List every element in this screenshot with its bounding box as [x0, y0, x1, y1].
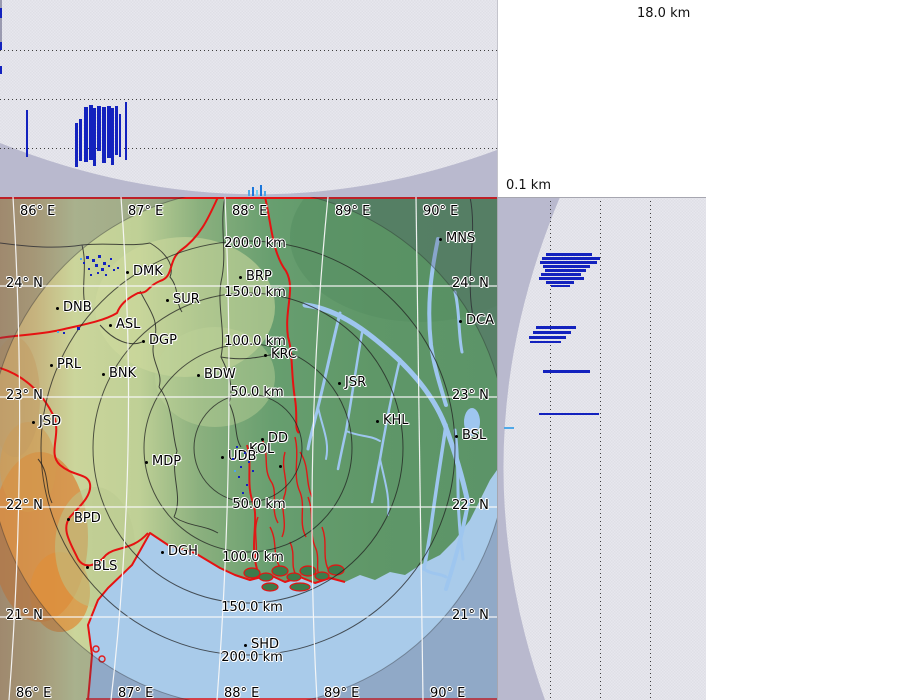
top-panel-left-edge-mark	[0, 0, 2, 45]
map-canvas[interactable]	[0, 197, 497, 700]
height-max-label: 18.0 km	[637, 6, 690, 21]
panel-divider	[497, 0, 498, 197]
radar-display-window: 18.0 km 0.1 km DMKBRPDNBSURASLDGPKRCBDWP…	[0, 0, 906, 700]
legend-sidebar: MAX (dBZ) 04:51 / 01-Dec-2025 Kolkata ▶6…	[706, 0, 906, 700]
top-panel-gridline	[0, 148, 497, 149]
top-height-panel	[0, 0, 497, 197]
right-height-panel	[497, 197, 706, 700]
right-panel-gridline	[550, 197, 551, 700]
right-beam-blockage-wedge	[497, 197, 706, 700]
right-panel-gridline	[600, 197, 601, 700]
panel-divider	[497, 197, 706, 198]
right-panel-gridline	[650, 197, 651, 700]
top-panel-gridline	[0, 99, 497, 100]
top-panel-gridline	[0, 50, 497, 51]
panel-divider	[497, 197, 498, 700]
height-min-label: 0.1 km	[506, 178, 551, 193]
